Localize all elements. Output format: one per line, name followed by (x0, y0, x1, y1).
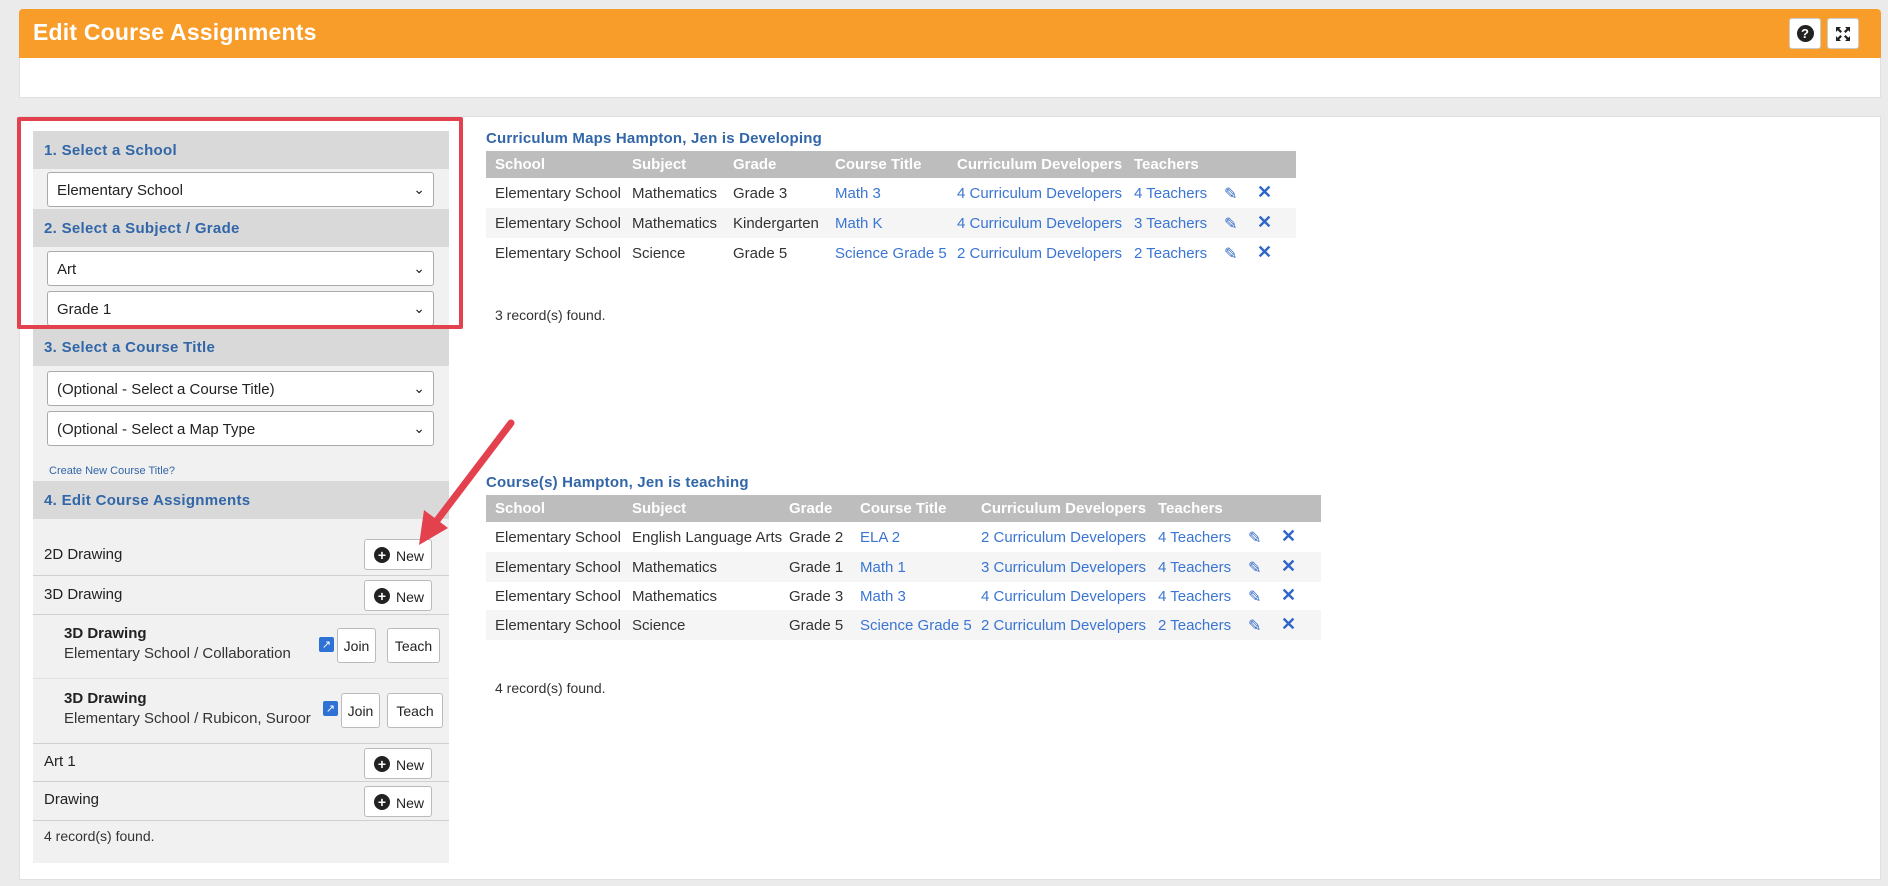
teachers-link[interactable]: 4 Teachers (1134, 185, 1207, 202)
curriculum-developers-link[interactable]: 4 Curriculum Developers (981, 588, 1146, 605)
close-icon[interactable]: ✕ (1281, 585, 1296, 606)
cell-grade: Grade 3 (789, 588, 844, 605)
cell-grade: Grade 3 (733, 185, 788, 202)
close-icon[interactable]: ✕ (1257, 182, 1272, 203)
pencil-icon[interactable]: ✎ (1224, 244, 1237, 264)
close-icon[interactable]: ✕ (1281, 526, 1296, 547)
table-row: Elementary School Mathematics Grade 1 Ma… (486, 552, 1321, 582)
pencil-icon[interactable]: ✎ (1248, 587, 1261, 607)
course-title-link[interactable]: Math K (835, 215, 883, 232)
courses-record-count: 4 record(s) found. (495, 680, 606, 696)
cell-subject: Mathematics (632, 559, 718, 576)
course-title-link[interactable]: ELA 2 (860, 529, 900, 546)
teachers-link[interactable]: 4 Teachers (1158, 559, 1231, 576)
teachers-link[interactable]: 3 Teachers (1134, 215, 1207, 232)
course-title-link[interactable]: Math 3 (835, 185, 881, 202)
cell-grade: Grade 5 (789, 617, 844, 634)
curriculum-developers-link[interactable]: 2 Curriculum Developers (957, 245, 1122, 262)
curriculum-developers-link[interactable]: 2 Curriculum Developers (981, 617, 1146, 634)
cell-grade: Grade 5 (733, 245, 788, 262)
course-title-link[interactable]: Science Grade 5 (860, 617, 972, 634)
table-row: Elementary School Science Grade 5 Scienc… (486, 610, 1321, 640)
maps-record-count: 3 record(s) found. (495, 307, 606, 323)
cell-school: Elementary School (495, 559, 621, 576)
cell-subject: Science (632, 617, 686, 634)
cell-subject: Mathematics (632, 185, 718, 202)
column-header: School (495, 156, 546, 173)
cell-school: Elementary School (495, 588, 621, 605)
close-icon[interactable]: ✕ (1281, 556, 1296, 577)
curriculum-developers-link[interactable]: 2 Curriculum Developers (981, 529, 1146, 546)
table-row: Elementary School Mathematics Grade 3 Ma… (486, 581, 1321, 611)
cell-subject: Mathematics (632, 588, 718, 605)
teachers-link[interactable]: 2 Teachers (1134, 245, 1207, 262)
column-header: Course Title (835, 156, 922, 173)
column-header: Grade (733, 156, 777, 173)
cell-school: Elementary School (495, 215, 621, 232)
column-header: Subject (632, 500, 687, 517)
pencil-icon[interactable]: ✎ (1224, 214, 1237, 234)
cell-school: Elementary School (495, 245, 621, 262)
table-row: Elementary School Science Grade 5 Scienc… (486, 238, 1296, 268)
teachers-link[interactable]: 4 Teachers (1158, 529, 1231, 546)
table-row: Elementary School English Language Arts … (486, 522, 1321, 552)
column-header: Subject (632, 156, 687, 173)
column-header: Curriculum Developers (957, 156, 1123, 173)
cell-subject: English Language Arts (632, 529, 783, 546)
column-header: Teachers (1158, 500, 1223, 517)
cell-school: Elementary School (495, 185, 621, 202)
cell-subject: Science (632, 245, 686, 262)
course-title-link[interactable]: Science Grade 5 (835, 245, 947, 262)
table-row: Elementary School Mathematics Kindergart… (486, 208, 1296, 238)
cell-subject: Mathematics (632, 215, 718, 232)
teachers-link[interactable]: 4 Teachers (1158, 588, 1231, 605)
annotation-arrow (419, 419, 515, 545)
curriculum-developers-link[interactable]: 4 Curriculum Developers (957, 215, 1122, 232)
maps-table-header: School Subject Grade Course Title Curric… (486, 151, 1296, 178)
courses-teaching-title: Course(s) Hampton, Jen is teaching (486, 474, 749, 491)
pencil-icon[interactable]: ✎ (1224, 184, 1237, 204)
course-title-link[interactable]: Math 3 (860, 588, 906, 605)
close-icon[interactable]: ✕ (1257, 212, 1272, 233)
course-title-link[interactable]: Math 1 (860, 559, 906, 576)
column-header: Course Title (860, 500, 947, 517)
courses-table-header: School Subject Grade Course Title Curric… (486, 495, 1321, 522)
cell-grade: Grade 1 (789, 559, 844, 576)
cell-grade: Kindergarten (733, 215, 819, 232)
teachers-link[interactable]: 2 Teachers (1158, 617, 1231, 634)
curriculum-developers-link[interactable]: 3 Curriculum Developers (981, 559, 1146, 576)
table-row: Elementary School Mathematics Grade 3 Ma… (486, 178, 1296, 208)
column-header: School (495, 500, 546, 517)
column-header: Teachers (1134, 156, 1199, 173)
curriculum-maps-title: Curriculum Maps Hampton, Jen is Developi… (486, 130, 822, 147)
close-icon[interactable]: ✕ (1257, 242, 1272, 263)
curriculum-developers-link[interactable]: 4 Curriculum Developers (957, 185, 1122, 202)
close-icon[interactable]: ✕ (1281, 614, 1296, 635)
pencil-icon[interactable]: ✎ (1248, 528, 1261, 548)
cell-grade: Grade 2 (789, 529, 844, 546)
column-header: Grade (789, 500, 833, 517)
column-header: Curriculum Developers (981, 500, 1147, 517)
cell-school: Elementary School (495, 617, 621, 634)
cell-school: Elementary School (495, 529, 621, 546)
pencil-icon[interactable]: ✎ (1248, 616, 1261, 636)
pencil-icon[interactable]: ✎ (1248, 558, 1261, 578)
